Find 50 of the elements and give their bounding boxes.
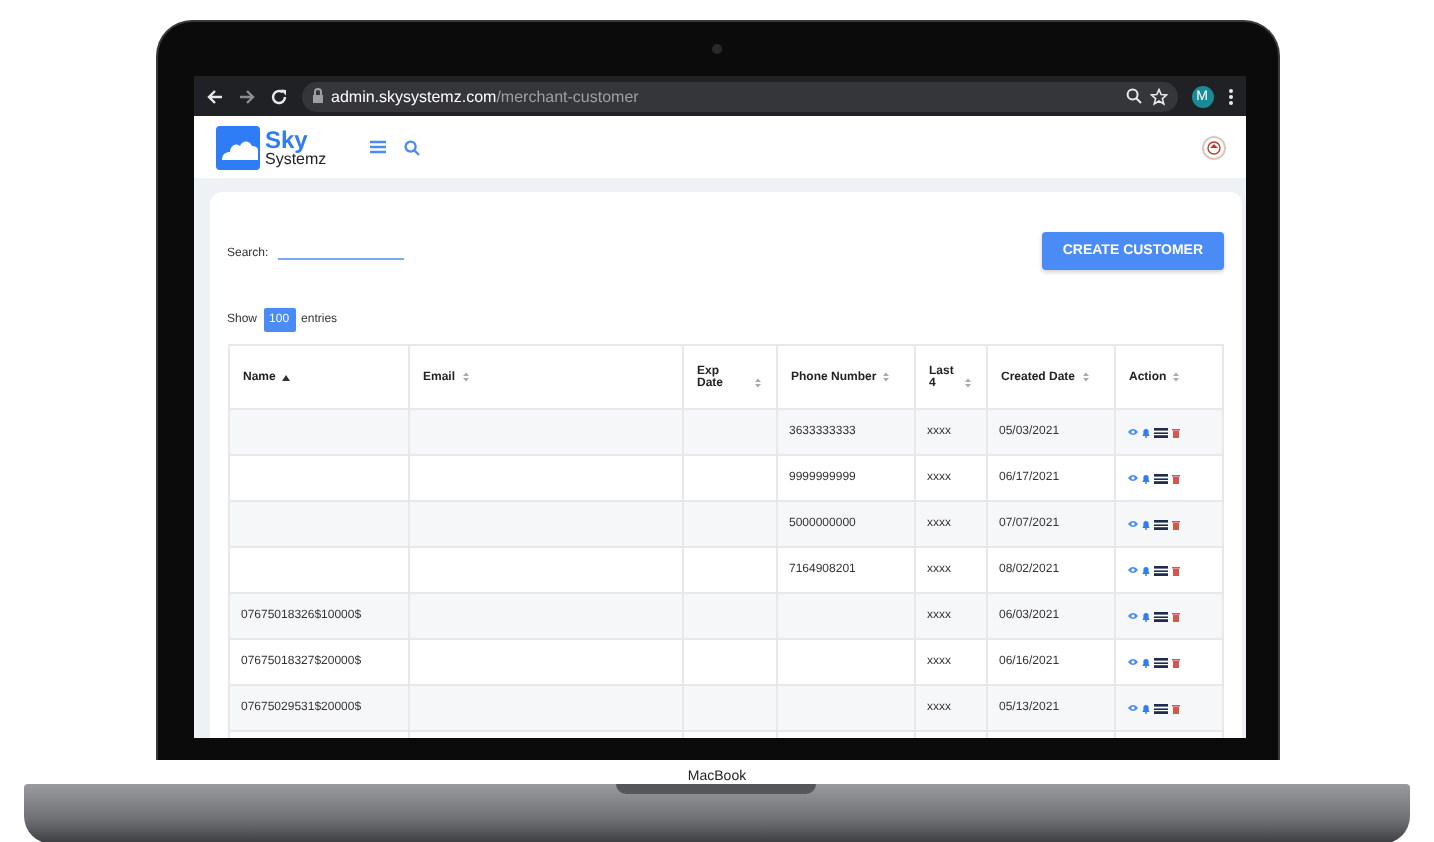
logo-text: Sky xyxy=(265,127,308,151)
sort-ascending-icon[interactable] xyxy=(281,373,290,381)
sort-icon[interactable] xyxy=(882,371,891,381)
camera-icon xyxy=(711,44,721,54)
eye-icon[interactable] xyxy=(1127,612,1137,620)
trash-icon[interactable] xyxy=(1171,703,1179,713)
logo-subtext: Systemz xyxy=(265,151,327,167)
star-icon[interactable] xyxy=(1149,87,1167,105)
eye-icon[interactable] xyxy=(1127,704,1137,712)
menu-icon[interactable] xyxy=(1227,87,1233,105)
eye-icon[interactable] xyxy=(1127,428,1137,436)
sort-icon[interactable] xyxy=(753,377,761,387)
trash-icon[interactable] xyxy=(1171,473,1179,483)
lock-icon xyxy=(311,88,323,104)
card-icon[interactable] xyxy=(1153,519,1167,529)
trash-icon[interactable] xyxy=(1171,519,1179,529)
eye-icon[interactable] xyxy=(1127,658,1137,666)
bell-icon[interactable] xyxy=(1141,565,1149,575)
zoom-icon[interactable] xyxy=(1125,88,1141,104)
card-icon[interactable] xyxy=(1153,427,1167,437)
card-icon[interactable] xyxy=(1153,473,1167,483)
sort-icon[interactable] xyxy=(461,371,470,381)
address-bar[interactable]: admin.skysystemz.com/merchant-customer xyxy=(301,81,1177,111)
url-text: admin.skysystemz.com/merchant-customer xyxy=(331,87,639,105)
bell-icon[interactable] xyxy=(1141,657,1149,667)
search-icon[interactable] xyxy=(404,139,421,155)
card-icon[interactable] xyxy=(1153,657,1167,667)
forward-icon[interactable] xyxy=(237,87,255,105)
reload-icon[interactable] xyxy=(269,87,287,105)
eye-icon[interactable] xyxy=(1127,566,1137,574)
sort-icon[interactable] xyxy=(1081,371,1090,381)
card-icon[interactable] xyxy=(1153,565,1167,575)
trash-icon[interactable] xyxy=(1171,611,1179,621)
eye-icon[interactable] xyxy=(1127,520,1137,528)
cloud-logo-icon xyxy=(215,125,259,169)
bell-icon[interactable] xyxy=(1141,703,1149,713)
back-icon[interactable] xyxy=(205,87,223,105)
bell-icon[interactable] xyxy=(1141,427,1149,437)
bell-icon[interactable] xyxy=(1141,473,1149,483)
sort-icon[interactable] xyxy=(963,377,971,387)
trash-icon[interactable] xyxy=(1171,565,1179,575)
trash-icon[interactable] xyxy=(1171,657,1179,667)
eye-icon[interactable] xyxy=(1127,474,1137,482)
bell-icon[interactable] xyxy=(1141,611,1149,621)
card-icon[interactable] xyxy=(1153,703,1167,713)
sort-icon[interactable] xyxy=(1172,371,1181,381)
card-icon[interactable] xyxy=(1153,611,1167,621)
seal-icon[interactable] xyxy=(1201,135,1225,159)
bell-icon[interactable] xyxy=(1141,519,1149,529)
trash-icon[interactable] xyxy=(1171,427,1179,437)
